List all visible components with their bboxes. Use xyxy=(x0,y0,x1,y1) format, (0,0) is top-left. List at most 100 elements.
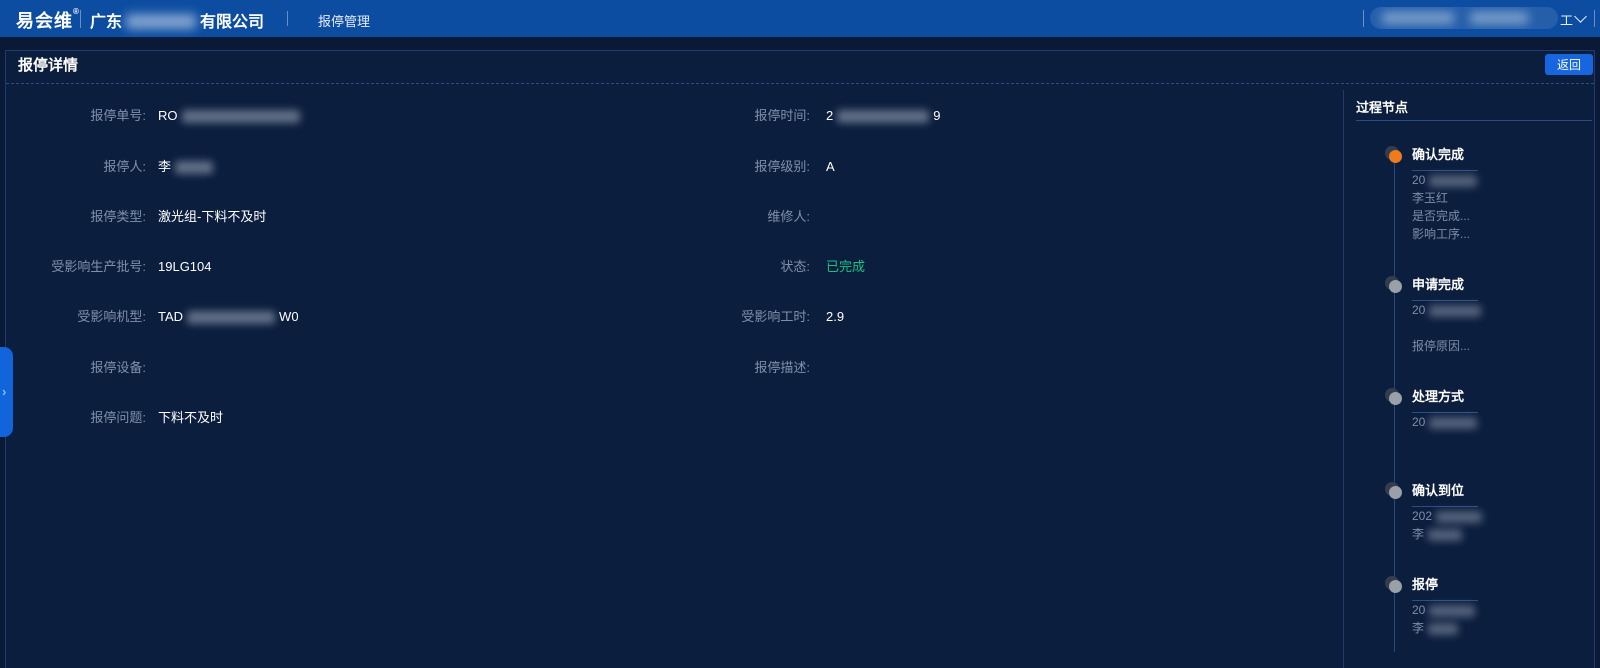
navbar-divider xyxy=(1594,10,1595,27)
dot-fill xyxy=(1389,150,1402,163)
value-text: 李玉红 xyxy=(1412,191,1449,205)
value-text: 19LG104 xyxy=(158,259,212,274)
redacted-blur xyxy=(1436,510,1483,523)
drawer-expand-icon: › xyxy=(2,384,7,399)
field-label: 报停级别: xyxy=(754,159,810,174)
field-label: 报停设备: xyxy=(90,360,146,375)
value-text: 李 xyxy=(1412,527,1425,541)
timeline-node-content: 申请完成 20 报停原因... xyxy=(1412,275,1585,355)
timeline-node-detail: 20 xyxy=(1412,413,1585,431)
field-label: 状态: xyxy=(780,259,810,274)
form-row: 报停问题: 下料不及时 xyxy=(40,409,223,427)
redacted-user-info xyxy=(1382,12,1454,24)
timeline-node-detail: 影响工序... xyxy=(1412,225,1585,243)
value-text: 影响工序... xyxy=(1412,227,1471,241)
field-label: 报停单号: xyxy=(90,108,146,123)
form-row: 报停设备: xyxy=(40,359,158,377)
form-row: 维修人: xyxy=(660,208,826,226)
form-row: 报停类型: 激光组-下料不及时 xyxy=(40,208,266,226)
redacted-blur xyxy=(837,110,930,124)
nav-item-stop-report-management[interactable]: 报停管理 xyxy=(318,11,370,30)
form-row: 受影响工时: 2.9 xyxy=(660,308,844,326)
drawer-expand-handle[interactable]: › xyxy=(0,347,13,437)
dot-fill xyxy=(1389,280,1402,293)
field-label: 报停时间: xyxy=(754,108,810,123)
value-text: TAD xyxy=(158,309,184,324)
timeline-node-detail: 李 xyxy=(1412,619,1585,637)
field-label: 报停描述: xyxy=(754,360,810,375)
value-text: 20 xyxy=(1412,303,1426,317)
redacted-user-info xyxy=(1470,12,1529,24)
value-text: 202 xyxy=(1412,509,1433,523)
form-row: 状态: 已完成 xyxy=(660,258,865,276)
redacted-company-name xyxy=(126,14,197,29)
timeline-node-content: 确认完成 20 李玉红是否完成... 影响工序... xyxy=(1412,145,1585,243)
timeline-node-title: 报停 xyxy=(1412,577,1439,592)
field-value: 2.9 xyxy=(826,309,844,324)
field-label: 报停人: xyxy=(103,159,146,174)
registered-mark: ® xyxy=(73,7,80,16)
top-navbar: 易会维® 广东 有限公司 报停管理 工 xyxy=(0,0,1600,37)
timeline-active-dot-icon xyxy=(1385,146,1403,164)
value-text: 李 xyxy=(158,159,172,174)
field-label: 受影响生产批号: xyxy=(51,259,146,274)
timeline-node-detail: 20 xyxy=(1412,601,1585,619)
field-label: 维修人: xyxy=(767,209,810,224)
value-text: 李 xyxy=(1412,621,1425,635)
timeline-node-title: 确认完成 xyxy=(1412,147,1465,162)
navbar-divider xyxy=(1363,10,1364,27)
logo-text: 易会维 xyxy=(16,11,73,31)
timeline-node-detail xyxy=(1412,319,1585,337)
form-row: 报停描述: xyxy=(660,359,826,377)
field-label: 受影响工时: xyxy=(741,309,810,324)
back-button[interactable]: 返回 xyxy=(1545,54,1593,75)
field-label: 报停问题: xyxy=(90,410,146,425)
form-row: 报停人: 李 xyxy=(40,158,217,176)
redacted-blur xyxy=(187,311,276,325)
value-text: A xyxy=(826,159,835,174)
navbar-divider xyxy=(80,10,81,28)
form-row: 报停时间: 2 9 xyxy=(660,107,940,125)
user-text: 工 xyxy=(1560,13,1574,28)
timeline-dot-icon xyxy=(1385,388,1403,406)
timeline-node: 确认完成 20 李玉红是否完成... 影响工序... xyxy=(1385,145,1585,243)
chevron-down-icon[interactable] xyxy=(1574,10,1587,23)
value-text: 激光组-下料不及时 xyxy=(158,209,267,224)
app-logo: 易会维® xyxy=(16,7,80,33)
field-value: 19LG104 xyxy=(158,259,212,274)
timeline-node-detail: 20 xyxy=(1412,301,1585,319)
dashed-divider xyxy=(6,83,1594,84)
app-root: 易会维® 广东 有限公司 报停管理 工 报停详情 返回 报停单号: RO 报停人: 李报… xyxy=(0,0,1600,668)
field-value: 已完成 xyxy=(826,259,865,274)
timeline-node-title: 确认到位 xyxy=(1412,483,1465,498)
timeline-node-content: 处理方式 20 xyxy=(1412,387,1585,431)
form-row: 受影响机型: TAD W0 xyxy=(40,308,299,326)
timeline-node: 报停 20 李 xyxy=(1385,575,1585,637)
dot-fill xyxy=(1389,580,1402,593)
timeline-node-detail: 20 xyxy=(1412,171,1585,189)
value-text: 已完成 xyxy=(826,259,866,274)
redacted-blur xyxy=(1429,416,1478,429)
redacted-blur xyxy=(1429,174,1478,187)
field-value: 下料不及时 xyxy=(158,410,223,425)
redacted-blur xyxy=(1429,304,1482,317)
value-text: 报停原因... xyxy=(1412,339,1471,353)
navbar-divider xyxy=(287,11,288,26)
process-panel-title: 过程节点 xyxy=(1356,100,1409,115)
field-label: 受影响机型: xyxy=(77,309,146,324)
process-panel-title-underline xyxy=(1356,120,1592,121)
value-text: 2 xyxy=(826,108,834,123)
timeline-node-content: 确认到位 202 李 xyxy=(1412,481,1585,543)
user-account-pill[interactable] xyxy=(1370,7,1558,29)
field-value: A xyxy=(826,159,835,174)
timeline-node-content: 报停 20 李 xyxy=(1412,575,1585,637)
timeline-dot-icon xyxy=(1385,576,1403,594)
form-row: 报停单号: RO xyxy=(40,107,304,125)
value-text: 9 xyxy=(933,108,941,123)
timeline-node-title: 申请完成 xyxy=(1412,277,1465,292)
company-name: 广东 有限公司 xyxy=(90,8,264,32)
field-label: 报停类型: xyxy=(90,209,146,224)
timeline-node-detail: 是否完成... xyxy=(1412,207,1585,225)
value-text: 20 xyxy=(1412,173,1426,187)
value-text: 2.9 xyxy=(826,309,845,324)
